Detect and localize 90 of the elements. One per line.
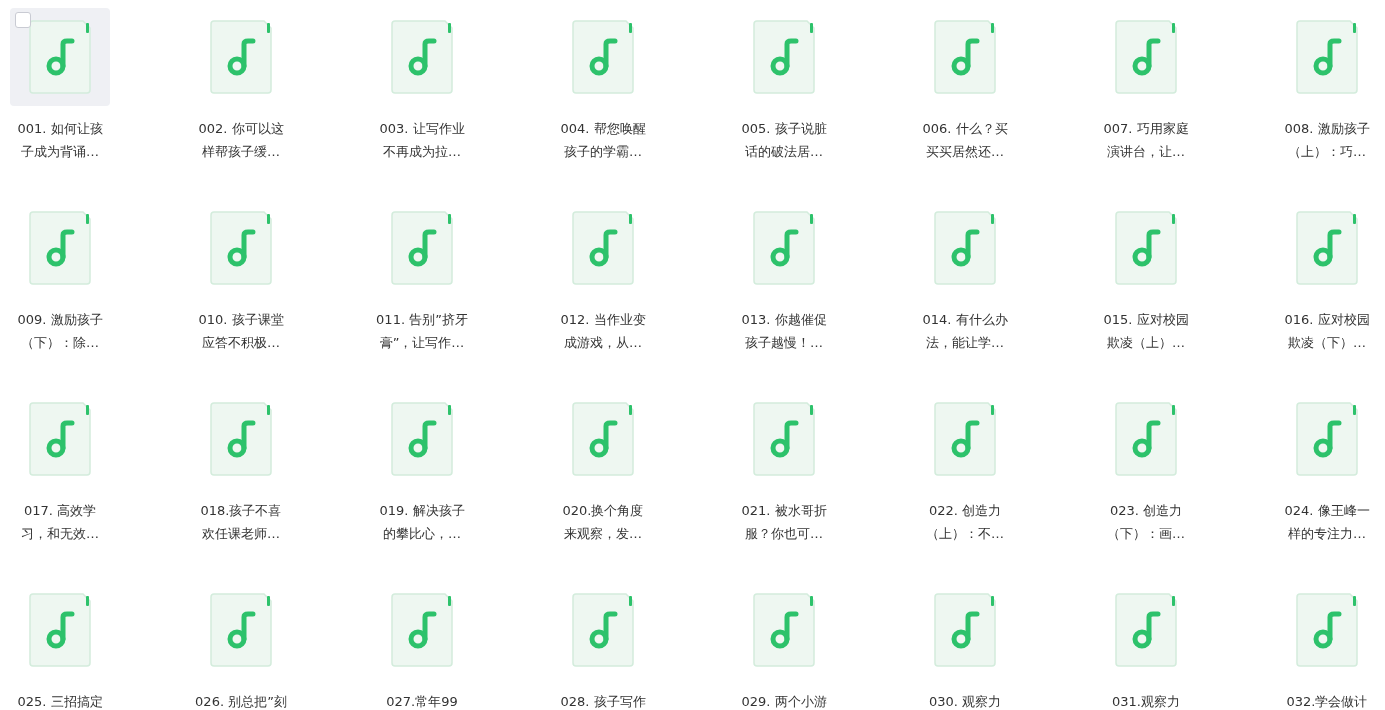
file-name: 018.孩子不喜 (200, 502, 282, 520)
file-name: 法，能让学… (926, 334, 1004, 352)
file-name: 010. 孩子课堂 (198, 311, 284, 329)
file-name: （下）：除… (21, 334, 99, 352)
audio-file-icon[interactable] (572, 211, 634, 285)
audio-file-icon[interactable] (1115, 402, 1177, 476)
file-name: 016. 应对校园 (1284, 311, 1370, 329)
audio-file-icon[interactable] (753, 593, 815, 667)
file-name: 买买居然还… (926, 143, 1004, 161)
file-name: 欺凌（下）… (1288, 334, 1366, 352)
file-name: 话的破法居… (745, 143, 823, 161)
file-name: 014. 有什么办 (922, 311, 1008, 329)
file-name: 012. 当作业变 (560, 311, 646, 329)
file-name: 006. 什么？买 (922, 120, 1008, 138)
file-name: 002. 你可以这 (198, 120, 284, 138)
audio-file-icon[interactable] (1115, 593, 1177, 667)
audio-file-icon[interactable] (391, 211, 453, 285)
file-name: 005. 孩子说脏 (741, 120, 827, 138)
audio-file-icon[interactable] (29, 593, 91, 667)
audio-file-icon[interactable] (29, 402, 91, 476)
file-name: 025. 三招搞定 (17, 693, 103, 710)
file-name: 021. 被水哥折 (741, 502, 827, 520)
audio-file-icon[interactable] (934, 402, 996, 476)
file-name: 膏”，让写作… (379, 334, 465, 352)
audio-file-icon[interactable] (572, 402, 634, 476)
file-name: 样帮孩子缓… (202, 143, 280, 161)
file-name: （下）：画… (1107, 525, 1185, 543)
audio-file-icon[interactable] (753, 402, 815, 476)
audio-file-icon[interactable] (1296, 402, 1358, 476)
audio-file-icon[interactable] (210, 20, 272, 94)
audio-file-icon[interactable] (29, 20, 91, 94)
file-name: 服？你也可… (745, 525, 823, 543)
file-name: 不再成为拉… (383, 143, 461, 161)
file-name: （上）：巧… (1288, 143, 1366, 161)
audio-file-icon[interactable] (753, 211, 815, 285)
audio-file-icon[interactable] (210, 211, 272, 285)
audio-file-icon[interactable] (753, 20, 815, 94)
file-tile[interactable] (10, 8, 110, 106)
file-name: 022. 创造力 (928, 502, 1002, 520)
file-name: 032.学会做计 (1286, 693, 1368, 710)
audio-file-icon[interactable] (934, 211, 996, 285)
file-name: 001. 如何让孩 (17, 120, 103, 138)
audio-file-icon[interactable] (210, 593, 272, 667)
audio-file-icon[interactable] (1296, 211, 1358, 285)
checkbox[interactable] (15, 12, 31, 28)
file-name: 024. 像王峰一 (1284, 502, 1370, 520)
file-name: 004. 帮您唤醒 (560, 120, 646, 138)
audio-file-icon[interactable] (1296, 20, 1358, 94)
file-name: 子成为背诵… (21, 143, 99, 161)
file-name: 015. 应对校园 (1103, 311, 1189, 329)
file-name: 样的专注力… (1288, 525, 1366, 543)
audio-file-icon[interactable] (391, 20, 453, 94)
audio-file-icon[interactable] (572, 20, 634, 94)
file-name: 的攀比心，… (383, 525, 461, 543)
file-name: 009. 激励孩子 (17, 311, 103, 329)
file-name: 017. 高效学 (23, 502, 97, 520)
audio-file-icon[interactable] (29, 211, 91, 285)
audio-file-icon[interactable] (391, 593, 453, 667)
file-name: 演讲台，让… (1107, 143, 1185, 161)
file-name: （上）：不… (926, 525, 1004, 543)
file-name: 011. 告别”挤牙 (376, 311, 468, 329)
file-name: 027.常年99 (386, 693, 458, 710)
file-name: 026. 别总把”刻 (195, 693, 287, 710)
audio-file-icon[interactable] (1115, 20, 1177, 94)
file-name: 欺凌（上）… (1107, 334, 1185, 352)
file-name: 来观察，发… (564, 525, 642, 543)
file-name: 008. 激励孩子 (1284, 120, 1370, 138)
file-name: 孩子的学霸… (564, 143, 642, 161)
file-name: 007. 巧用家庭 (1103, 120, 1189, 138)
file-name: 020.换个角度 (562, 502, 644, 520)
file-name: 028. 孩子写作 (560, 693, 646, 710)
file-name: 成游戏，从… (564, 334, 642, 352)
audio-file-icon[interactable] (934, 20, 996, 94)
file-name: 023. 创造力 (1109, 502, 1183, 520)
file-name: 013. 你越催促 (741, 311, 827, 329)
file-name: 030. 观察力 (928, 693, 1002, 710)
file-name: 欢任课老师… (202, 525, 280, 543)
file-name: 031.观察力 (1112, 693, 1180, 710)
audio-file-icon[interactable] (572, 593, 634, 667)
file-name: 孩子越慢！… (745, 334, 823, 352)
audio-file-icon[interactable] (1115, 211, 1177, 285)
audio-file-icon[interactable] (1296, 593, 1358, 667)
file-name: 029. 两个小游 (741, 693, 827, 710)
file-name: 019. 解决孩子 (379, 502, 465, 520)
audio-file-icon[interactable] (934, 593, 996, 667)
file-name: 应答不积极… (202, 334, 280, 352)
audio-file-icon[interactable] (391, 402, 453, 476)
file-name: 习，和无效… (21, 525, 99, 543)
file-name: 003. 让写作业 (379, 120, 465, 138)
audio-file-icon[interactable] (210, 402, 272, 476)
